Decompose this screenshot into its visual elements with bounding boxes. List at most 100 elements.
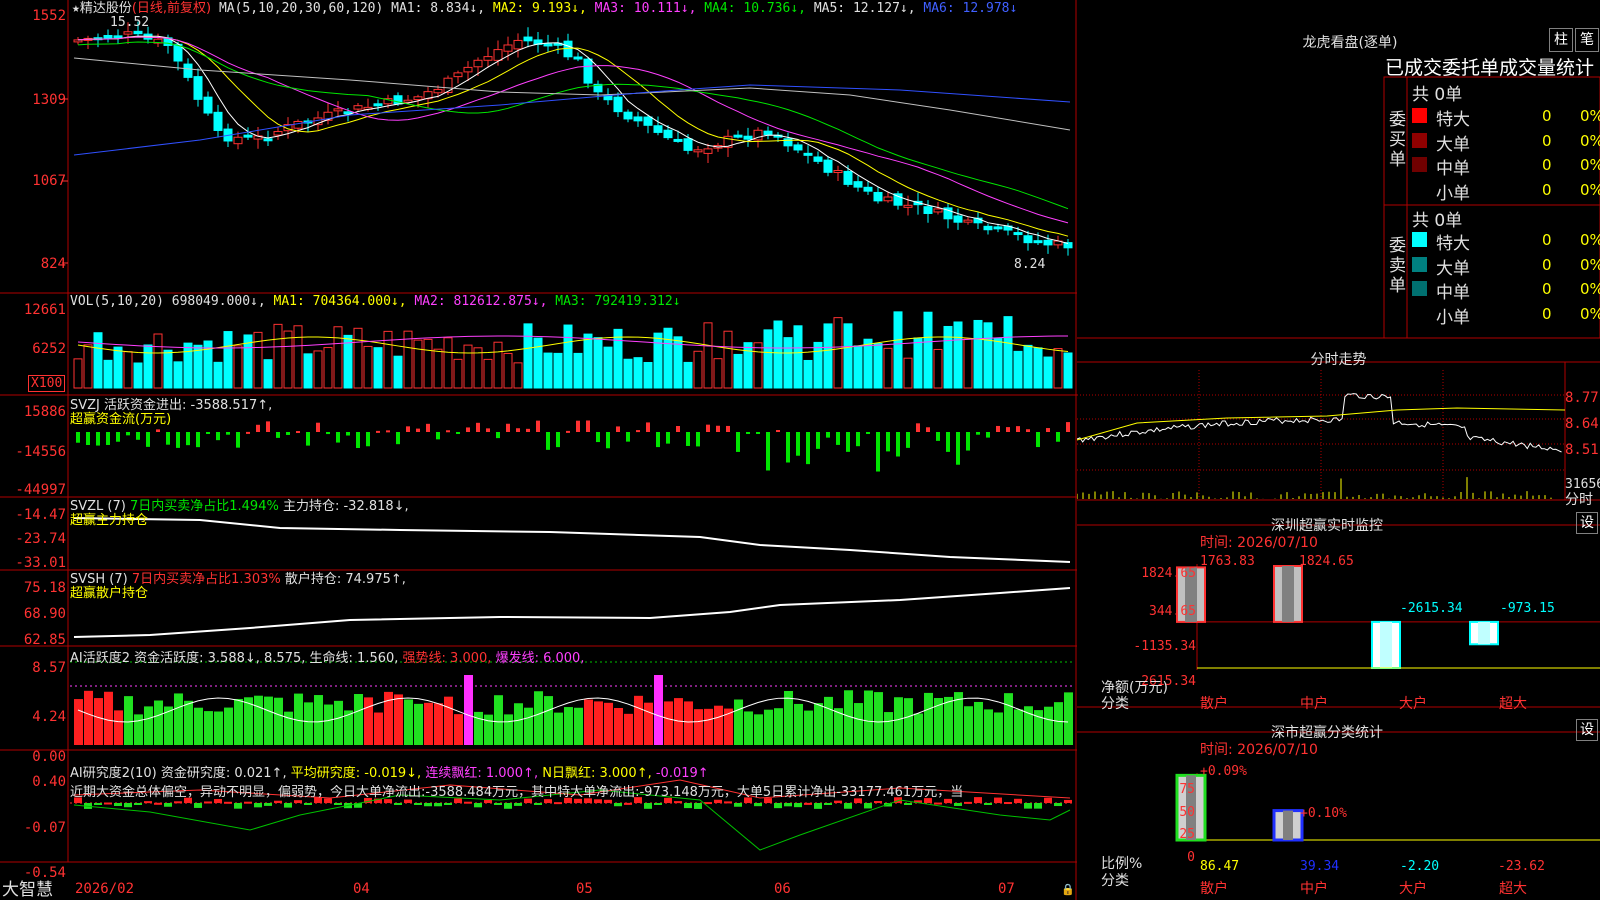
flow-bar xyxy=(1006,427,1010,432)
flow-bar xyxy=(516,428,520,432)
research-bar xyxy=(984,803,992,805)
flow-bar xyxy=(486,428,490,432)
active-bar xyxy=(984,709,993,745)
flow-bar xyxy=(766,432,770,471)
stock-name[interactable]: 精达股份 xyxy=(80,1,132,16)
research-bar xyxy=(684,803,692,809)
longhu-tick-button[interactable]: 笔 xyxy=(1575,28,1599,52)
sz-class-settings-button[interactable]: 设 xyxy=(1576,719,1598,741)
order-color-swatch xyxy=(1412,132,1427,148)
flow-bar xyxy=(356,432,360,449)
active-bar xyxy=(454,714,463,745)
ai-research-nday: N日飘红: 3.000↑, xyxy=(542,766,652,781)
sz-monitor-settings-button[interactable]: 设 xyxy=(1576,512,1598,534)
research-bar xyxy=(104,802,112,805)
candle-body xyxy=(373,103,383,107)
research-bar xyxy=(504,803,512,809)
flow-bar xyxy=(196,432,200,448)
active-bar xyxy=(624,713,633,745)
flow-bar xyxy=(346,432,350,436)
class-change-2: +0.10% xyxy=(1300,806,1347,821)
volume-bar xyxy=(833,317,843,389)
research-bar xyxy=(194,803,202,808)
active-bar xyxy=(94,698,103,745)
brand-logo[interactable]: 大智慧 xyxy=(2,880,53,900)
vol-unit-button[interactable]: X100 xyxy=(28,375,66,392)
volume-bar xyxy=(403,330,413,389)
order-type-label: 中单 xyxy=(1436,283,1470,303)
flow-bar xyxy=(316,422,320,432)
active-bar xyxy=(924,692,933,745)
buy-order-label: 委买单 xyxy=(1389,110,1406,170)
svzl-prefix: SVZL (7) xyxy=(70,499,126,514)
ma6-line xyxy=(73,84,1071,156)
flow-bar xyxy=(166,432,170,445)
volume-bar xyxy=(223,331,233,389)
volume-bar xyxy=(323,347,333,389)
flow-bar xyxy=(686,432,690,446)
candle-body xyxy=(123,31,133,35)
main-chart-canvas[interactable] xyxy=(0,0,1077,900)
sz-bar-4 xyxy=(1469,620,1499,646)
active-bar xyxy=(324,704,333,745)
candle-body xyxy=(613,96,623,113)
research-bar xyxy=(844,803,852,809)
flow-bar xyxy=(956,432,960,465)
ai-active-y-tick-2: 4.24 xyxy=(32,709,66,725)
volume-bar xyxy=(273,323,283,389)
volume-bar xyxy=(543,352,553,389)
volume-bar xyxy=(723,330,733,389)
sz-unit: 净额(万元) xyxy=(1101,680,1168,696)
candle-body xyxy=(813,156,823,162)
active-bar xyxy=(704,708,713,745)
active-bar xyxy=(134,714,143,745)
order-color-swatch xyxy=(1412,232,1427,247)
volume-bar xyxy=(903,357,913,389)
active-bar xyxy=(524,707,533,745)
research-bar xyxy=(174,801,182,804)
longhu-subtitle: 已成交委托单成交量统计 xyxy=(1385,57,1595,79)
volume-bar xyxy=(113,346,123,389)
volume-bar xyxy=(873,343,883,389)
research-bar xyxy=(804,802,812,805)
volume-bar xyxy=(93,332,103,389)
order-percent: 0% xyxy=(1580,107,1600,125)
flow-bar xyxy=(666,432,670,444)
ma5-value: MA5: 12.127↓, xyxy=(813,1,916,16)
active-bar xyxy=(974,701,983,745)
sz-class-title: 深市超赢分类统计 xyxy=(1271,725,1383,741)
research-bar xyxy=(1034,803,1042,809)
research-bar xyxy=(334,803,342,805)
sz-value-3: -2615.34 xyxy=(1400,601,1463,616)
ma-prefix: MA(5,10,20,30,60,120) xyxy=(218,1,384,16)
longhu-bar-button[interactable]: 柱 xyxy=(1549,28,1573,52)
sz-value-1: 1763.83 xyxy=(1200,554,1255,569)
active-bar xyxy=(744,711,753,745)
research-bar xyxy=(414,803,422,805)
class-cat-label: 分类 xyxy=(1101,873,1129,889)
active-bar xyxy=(124,696,133,745)
candle-body xyxy=(573,56,583,60)
favorite-star-icon[interactable]: ★ xyxy=(72,1,80,16)
main-chart-area[interactable]: ★精达股份(日线,前复权) MA(5,10,20,30,60,120) MA1:… xyxy=(0,0,1077,900)
research-bar xyxy=(644,803,652,809)
order-type-label: 特大 xyxy=(1436,110,1470,130)
research-bar xyxy=(254,803,262,808)
class-y-tick-3: 25 xyxy=(1179,827,1195,842)
ma-line xyxy=(77,41,1069,210)
active-bar xyxy=(274,697,283,745)
candle-body xyxy=(583,58,593,84)
volume-bar xyxy=(163,349,173,389)
kline-period[interactable]: (日线,前复权) xyxy=(132,1,211,16)
active-bar xyxy=(74,699,83,745)
sz-bar-shade xyxy=(1478,621,1490,645)
order-color-swatch xyxy=(1412,305,1427,321)
candle-body xyxy=(513,39,523,50)
candle-body xyxy=(543,43,553,47)
lock-icon[interactable]: 🔒 xyxy=(1061,882,1075,897)
flow-bar xyxy=(836,432,840,445)
volume-bar xyxy=(593,337,603,389)
kline-y-tick-2: 1309 xyxy=(32,92,66,108)
sz-monitor-time: 时间: 2026/07/10 xyxy=(1200,535,1318,551)
volume-bar xyxy=(883,347,893,389)
